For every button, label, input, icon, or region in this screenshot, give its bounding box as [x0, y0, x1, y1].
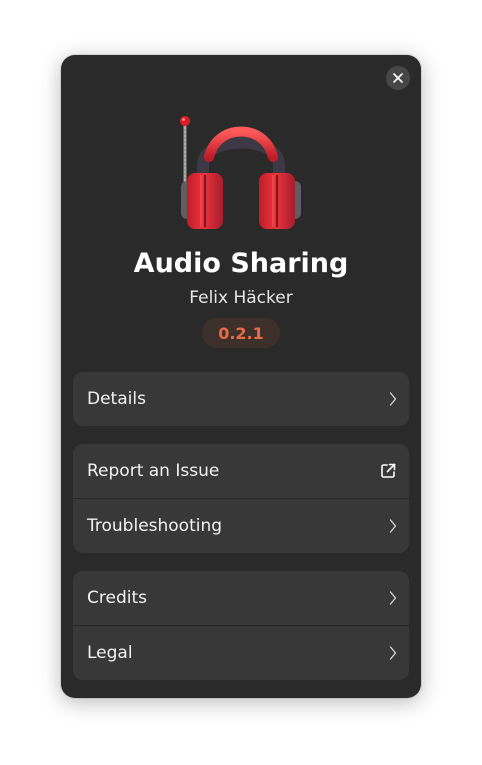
- legal-row[interactable]: Legal: [73, 625, 409, 680]
- close-icon: [393, 73, 403, 83]
- chevron-right-icon: [389, 646, 397, 660]
- troubleshooting-row[interactable]: Troubleshooting: [73, 498, 409, 553]
- chevron-right-icon: [389, 519, 397, 533]
- troubleshooting-label: Troubleshooting: [87, 516, 223, 536]
- credits-label: Credits: [87, 588, 147, 608]
- external-link-icon: [379, 462, 397, 480]
- info-group: Credits Legal: [73, 571, 409, 680]
- support-group: Report an Issue Troubleshooting: [73, 444, 409, 553]
- about-dialog: Audio Sharing Felix Häcker 0.2.1 Details…: [61, 55, 421, 698]
- report-issue-label: Report an Issue: [87, 461, 220, 481]
- legal-label: Legal: [87, 643, 133, 663]
- chevron-right-icon: [389, 591, 397, 605]
- details-label: Details: [87, 389, 146, 409]
- app-name: Audio Sharing: [133, 248, 349, 279]
- report-issue-row[interactable]: Report an Issue: [73, 444, 409, 498]
- details-group: Details: [73, 372, 409, 426]
- developer-name: Felix Häcker: [189, 288, 293, 308]
- credits-row[interactable]: Credits: [73, 571, 409, 625]
- version-badge[interactable]: 0.2.1: [202, 318, 280, 348]
- headphones-antenna-icon: [180, 116, 301, 229]
- chevron-right-icon: [389, 392, 397, 406]
- details-row[interactable]: Details: [73, 372, 409, 426]
- close-button[interactable]: [386, 66, 410, 90]
